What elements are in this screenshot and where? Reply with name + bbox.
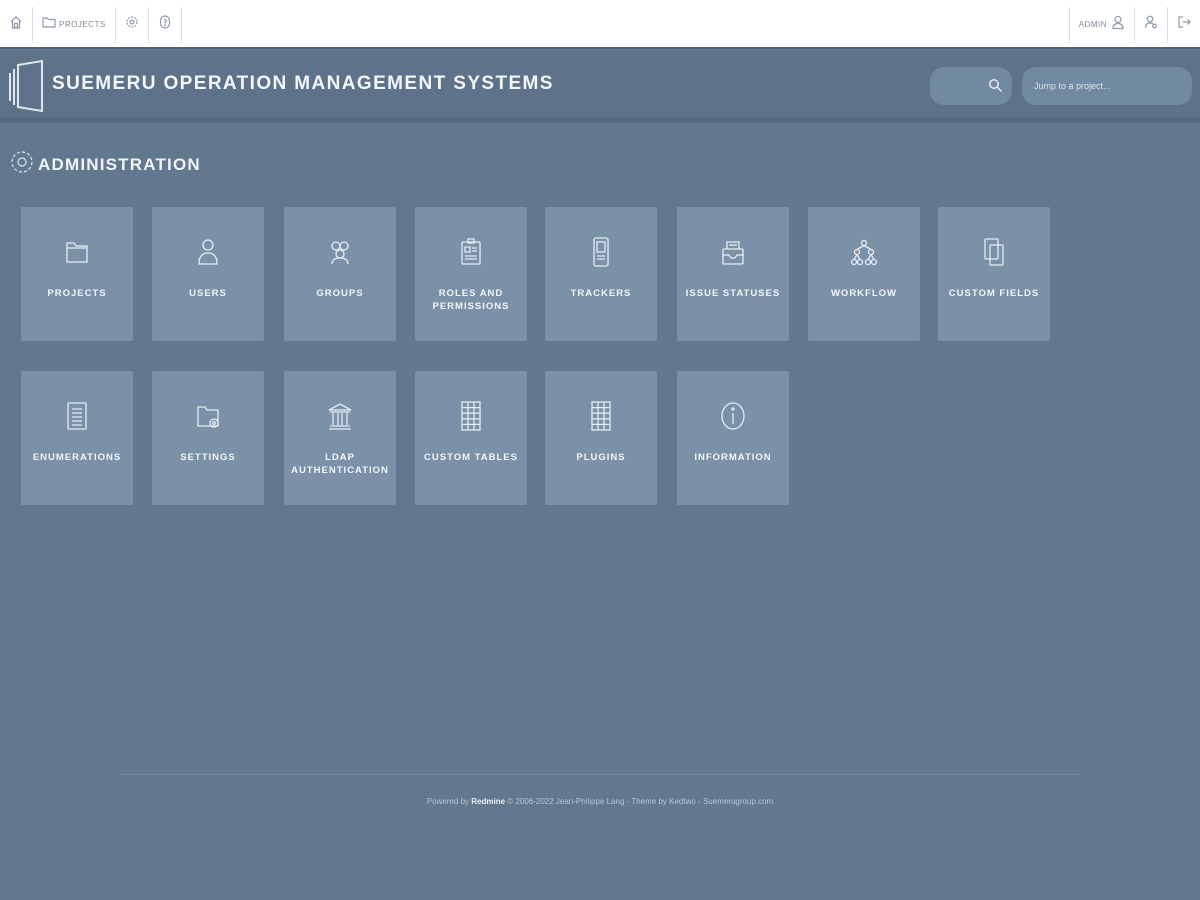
logged-user-label: ADMIN xyxy=(1078,20,1107,29)
top-menu-left: PROJECTS xyxy=(0,0,182,49)
tile-roles-and-permissions[interactable]: ROLES AND PERMISSIONS xyxy=(415,207,527,341)
top-menu-bar: PROJECTS ADMIN xyxy=(0,0,1200,49)
sign-out-icon xyxy=(1177,14,1191,35)
id-badge-icon xyxy=(456,235,486,269)
device-icon xyxy=(586,235,616,269)
tile-plugins[interactable]: PLUGINS xyxy=(545,371,657,505)
tile-projects[interactable]: PROJECTS xyxy=(21,207,133,341)
projects-link-label: PROJECTS xyxy=(59,20,106,29)
tile-label: LDAP AUTHENTICATION xyxy=(291,452,389,476)
my-page-link[interactable] xyxy=(1134,6,1167,43)
gear-icon xyxy=(10,146,34,183)
tile-information[interactable]: INFORMATION xyxy=(677,371,789,505)
administration-link[interactable] xyxy=(116,6,149,43)
group-icon xyxy=(325,235,355,269)
home-link[interactable] xyxy=(0,6,33,43)
tile-custom-fields[interactable]: CUSTOM FIELDS xyxy=(938,207,1050,341)
gear-icon xyxy=(125,14,139,35)
user-icon xyxy=(193,235,223,269)
site-title[interactable]: SUEMERU OPERATION MANAGEMENT SYSTEMS xyxy=(52,73,554,95)
my-account-link[interactable]: ADMIN xyxy=(1068,6,1134,43)
footer-prefix: Powered by xyxy=(426,797,470,806)
folder-icon xyxy=(42,14,56,35)
help-link[interactable] xyxy=(149,6,182,43)
tile-label: USERS xyxy=(189,288,227,299)
tile-label: SETTINGS xyxy=(180,452,236,463)
footer-copyright: © 2006-2022 Jean-Philippe Lang - Theme b… xyxy=(507,797,774,806)
tile-issue-statuses[interactable]: ISSUE STATUSES xyxy=(677,207,789,341)
folder-gear-icon xyxy=(193,399,223,433)
logo-icon[interactable] xyxy=(6,59,46,115)
tile-label: INFORMATION xyxy=(694,452,772,463)
tile-users[interactable]: USERS xyxy=(152,207,264,341)
tile-enumerations[interactable]: ENUMERATIONS xyxy=(21,371,133,505)
info-icon xyxy=(718,399,748,433)
page-title: ADMINISTRATION xyxy=(10,146,201,183)
tile-label: GROUPS xyxy=(316,288,364,299)
grid-icon xyxy=(586,399,616,433)
tile-label: ISSUE STATUSES xyxy=(685,288,781,299)
folder-icon xyxy=(62,235,92,269)
site-header: SUEMERU OPERATION MANAGEMENT SYSTEMS xyxy=(0,51,1200,123)
home-icon xyxy=(9,14,23,35)
bank-icon xyxy=(325,399,355,433)
user-icon xyxy=(1111,14,1125,35)
tile-label: TRACKERS xyxy=(570,288,632,299)
footer-redmine-link[interactable]: Redmine xyxy=(471,797,505,806)
tile-workflow[interactable]: WORKFLOW xyxy=(808,207,920,341)
tile-label: ROLES AND PERMISSIONS xyxy=(432,288,510,312)
tile-groups[interactable]: GROUPS xyxy=(284,207,396,341)
tile-label: WORKFLOW xyxy=(830,288,898,299)
page-title-text: ADMINISTRATION xyxy=(38,154,201,174)
footer-divider xyxy=(120,774,1080,775)
footer: Powered by Redmine © 2006-2022 Jean-Phil… xyxy=(0,797,1200,806)
tile-label: CUSTOM TABLES xyxy=(424,452,518,463)
help-icon xyxy=(158,14,172,35)
grid-icon xyxy=(456,399,486,433)
sign-out-link[interactable] xyxy=(1167,6,1200,43)
user-settings-icon xyxy=(1144,14,1158,35)
tile-label: PROJECTS xyxy=(47,288,107,299)
jump-to-project-input[interactable] xyxy=(1022,67,1192,105)
tile-trackers[interactable]: TRACKERS xyxy=(545,207,657,341)
tile-settings[interactable]: SETTINGS xyxy=(152,371,264,505)
projects-link[interactable]: PROJECTS xyxy=(33,6,116,43)
list-icon xyxy=(62,399,92,433)
search-field[interactable] xyxy=(930,67,1012,105)
inbox-icon xyxy=(718,235,748,269)
tile-label: CUSTOM FIELDS xyxy=(948,288,1040,299)
tile-label: PLUGINS xyxy=(576,452,626,463)
tile-ldap-authentication[interactable]: LDAP AUTHENTICATION xyxy=(284,371,396,505)
copy-icon xyxy=(979,235,1009,269)
sitemap-icon xyxy=(849,235,879,269)
top-menu-right: ADMIN xyxy=(1068,0,1200,49)
tile-label: ENUMERATIONS xyxy=(32,452,122,463)
tile-custom-tables[interactable]: CUSTOM TABLES xyxy=(415,371,527,505)
